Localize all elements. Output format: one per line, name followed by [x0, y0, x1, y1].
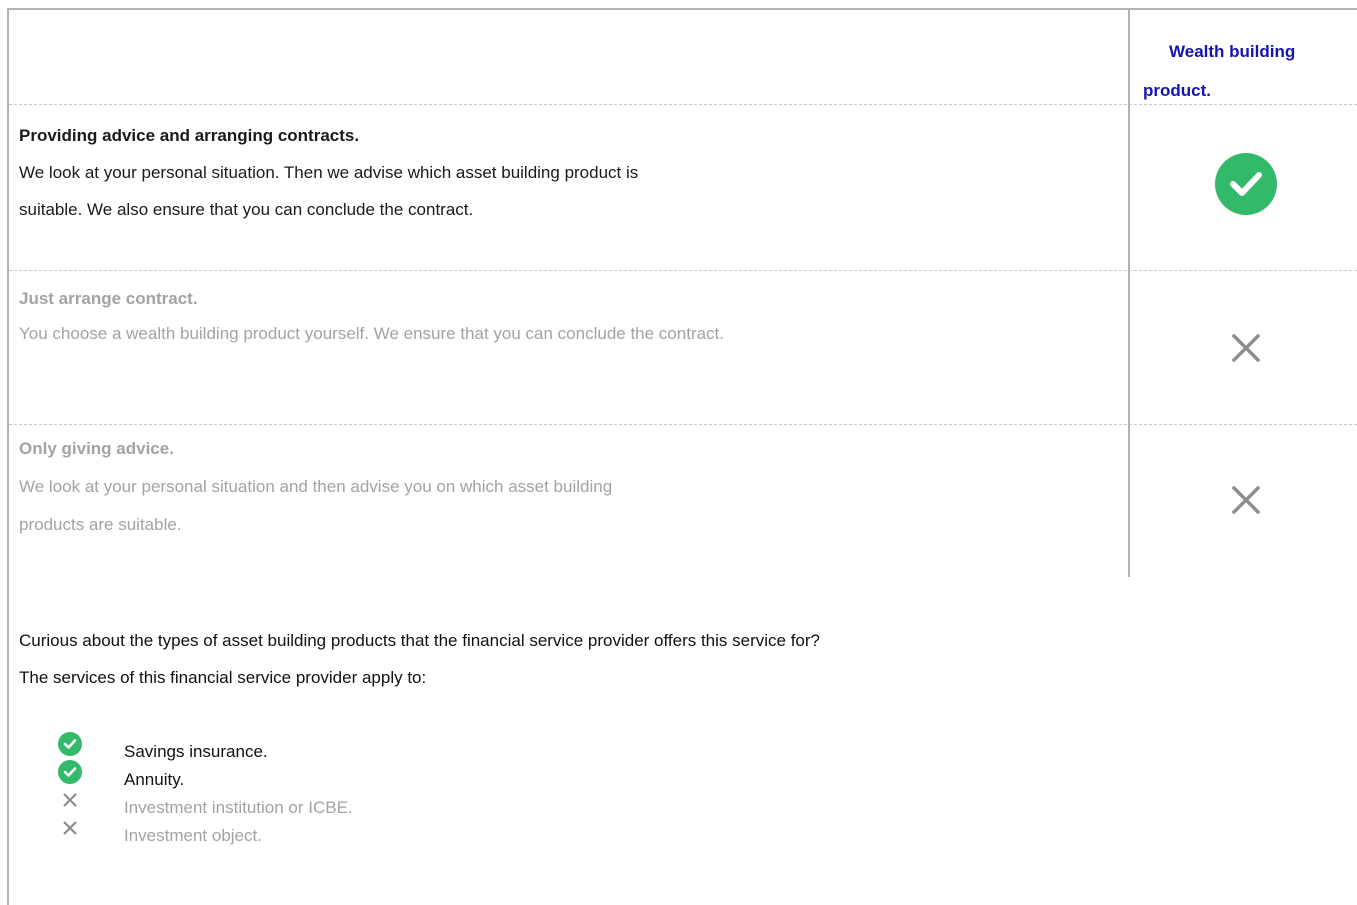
cross-icon — [63, 821, 77, 835]
row-separator — [9, 270, 1357, 271]
row-description-line2: products are suitable. — [19, 515, 182, 534]
column-header-line1: Wealth building — [1169, 42, 1296, 61]
row-description-line1: You choose a wealth building product you… — [19, 324, 725, 343]
info-question: Curious about the types of asset buildin… — [19, 631, 821, 650]
info-applies-to: The services of this financial service p… — [19, 668, 427, 687]
column-header-wealth-building-product: Wealth building product. — [1143, 32, 1343, 110]
check-circle-icon — [58, 760, 82, 784]
service-label: Annuity. — [124, 770, 185, 789]
row-separator — [9, 104, 1357, 105]
service-row-only-advice: Only giving advice. We look at your pers… — [19, 433, 1119, 540]
row-description-line1: We look at your personal situation and t… — [19, 477, 613, 496]
check-circle-icon — [1215, 153, 1277, 215]
service-row-arrange-contract: Just arrange contract. You choose a weal… — [19, 283, 1119, 349]
check-circle-icon — [58, 732, 82, 756]
table-top-border — [7, 8, 1357, 10]
service-row-advice-and-contracts: Providing advice and arranging contracts… — [19, 120, 1119, 225]
cross-icon — [1231, 485, 1261, 515]
column-divider — [1128, 9, 1130, 577]
table-left-border — [7, 8, 9, 905]
service-label: Savings insurance. — [124, 742, 268, 761]
info-section: Curious about the types of asset buildin… — [19, 624, 820, 694]
row-title: Providing advice and arranging contracts… — [19, 126, 360, 145]
row-title: Just arrange contract. — [19, 289, 198, 308]
row-title: Only giving advice. — [19, 439, 174, 458]
cross-icon — [1231, 333, 1261, 363]
row-description-line2: suitable. We also ensure that you can co… — [19, 200, 474, 219]
row-description-line1: We look at your personal situation. Then… — [19, 163, 639, 182]
service-label: Investment institution or ICBE. — [124, 798, 353, 817]
row-separator — [9, 424, 1357, 425]
cross-icon — [63, 793, 77, 807]
service-label: Investment object. — [124, 826, 262, 845]
